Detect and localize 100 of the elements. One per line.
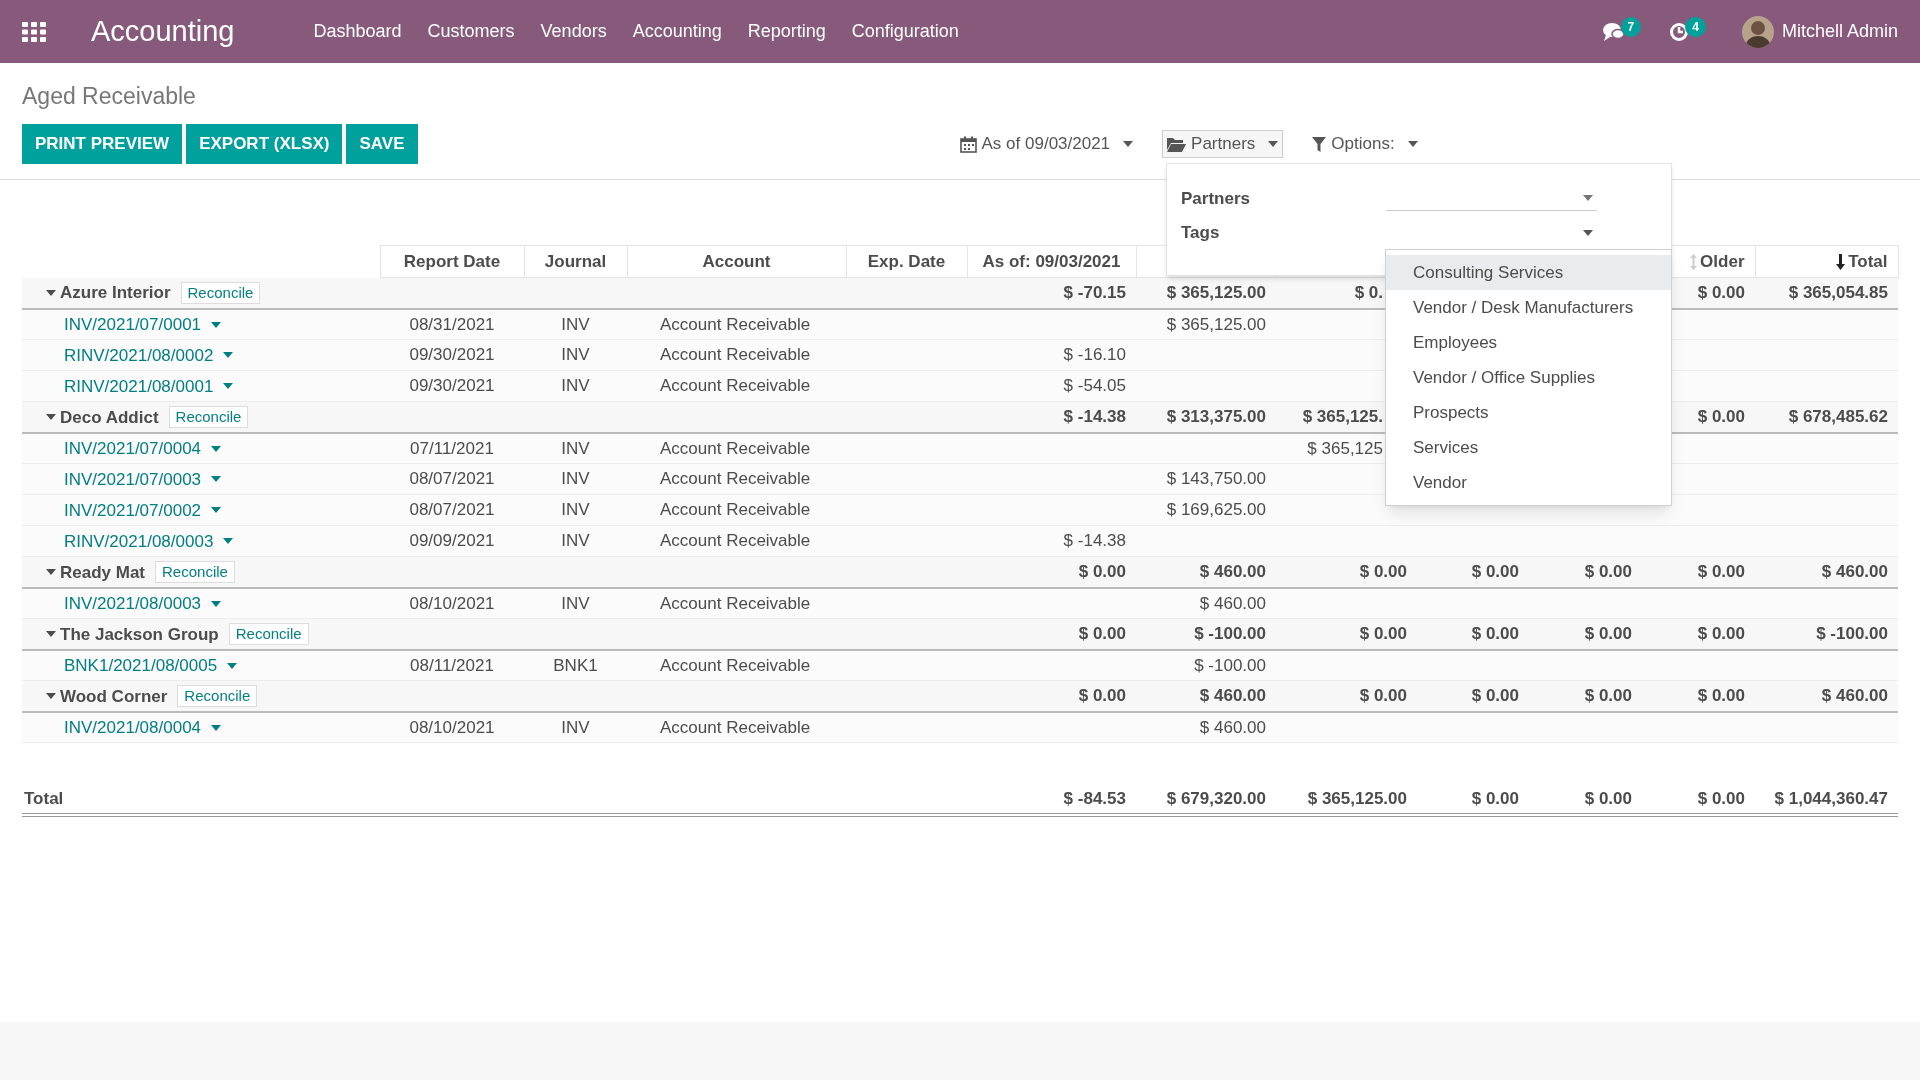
partner-name[interactable]: Azure Interior xyxy=(60,283,171,303)
caret-icon[interactable] xyxy=(211,476,222,483)
reconcile-button[interactable]: Reconcile xyxy=(180,281,261,304)
filter-dropdown[interactable]: Options: xyxy=(1307,130,1423,158)
filter-dropdown[interactable]: As of 09/03/2021 xyxy=(954,130,1139,158)
table-cell: $ 679,320.00 xyxy=(1136,784,1276,815)
table-cell: $ 169,625.00 xyxy=(1136,494,1276,526)
table-cell: $ 0.00 xyxy=(1417,680,1529,712)
table-cell: $ 678,485.62 xyxy=(1755,401,1898,433)
filter-dropdown[interactable]: Partners xyxy=(1162,130,1284,158)
toolbar-button[interactable]: EXPORT (XLSX) xyxy=(186,124,343,164)
table-cell: $ 365,125.00 xyxy=(1276,784,1417,815)
table-cell: $ -100.00 xyxy=(1136,618,1276,650)
menu-item[interactable]: Customers xyxy=(414,18,528,45)
user-name[interactable]: Mitchell Admin xyxy=(1781,18,1898,45)
table-cell: $ 0.00 xyxy=(1276,680,1417,712)
collapse-caret-icon[interactable] xyxy=(46,693,56,700)
caret-icon[interactable] xyxy=(223,352,234,359)
table-cell: Account Receivable xyxy=(627,649,846,681)
caret-icon[interactable] xyxy=(211,445,222,452)
app-title[interactable]: Accounting xyxy=(91,9,235,54)
tag-option[interactable]: Vendor / Office Supplies xyxy=(1386,360,1671,395)
sort-descending-icon[interactable] xyxy=(1836,254,1846,271)
menu-item[interactable]: Accounting xyxy=(619,18,735,45)
table-cell: 08/10/2021 xyxy=(380,711,524,743)
entry-link[interactable]: RINV/2021/08/0002 xyxy=(64,345,214,365)
column-header[interactable]: Account xyxy=(627,245,846,278)
table-cell: $ 365,125.00 xyxy=(1136,308,1276,340)
toolbar-button[interactable]: PRINT PREVIEW xyxy=(22,124,183,164)
entry-link[interactable]: BNK1/2021/08/0005 xyxy=(64,655,218,675)
caret-icon[interactable] xyxy=(227,662,238,669)
reconcile-button[interactable]: Reconcile xyxy=(177,685,258,708)
table-cell: INV xyxy=(524,339,627,371)
toolbar-button[interactable]: SAVE xyxy=(346,124,418,164)
column-header[interactable]: Journal xyxy=(524,245,627,278)
table-cell: 09/30/2021 xyxy=(380,370,524,402)
table-cell: $ 0.00 xyxy=(1642,556,1755,588)
table-cell: Account Receivable xyxy=(627,711,846,743)
table-cell: $ -84.53 xyxy=(967,784,1136,815)
collapse-caret-icon[interactable] xyxy=(46,289,56,296)
table-cell: Account Receivable xyxy=(627,494,846,526)
partner-name[interactable]: Wood Corner xyxy=(60,686,168,706)
field-label: Tags xyxy=(1181,222,1221,244)
partner-name[interactable]: Ready Mat xyxy=(60,562,146,582)
partner-name[interactable]: Deco Addict xyxy=(60,407,159,427)
entry-link[interactable]: INV/2021/07/0004 xyxy=(64,438,202,458)
table-cell: $ -14.38 xyxy=(967,401,1136,433)
reconcile-button[interactable]: Reconcile xyxy=(168,406,249,429)
caret-icon[interactable] xyxy=(1583,195,1593,202)
count-badge: 7 xyxy=(1620,16,1642,37)
table-cell: Account Receivable xyxy=(627,339,846,371)
user-avatar[interactable] xyxy=(1741,15,1774,48)
caret-icon[interactable] xyxy=(1583,229,1593,236)
table-cell: $ 0.00 xyxy=(1417,618,1529,650)
column-header[interactable]: As of: 09/03/2021 xyxy=(967,245,1136,278)
apps-menu-icon[interactable] xyxy=(22,21,46,42)
entry-link[interactable]: INV/2021/08/0004 xyxy=(64,717,202,737)
entry-link[interactable]: RINV/2021/08/0001 xyxy=(64,376,214,396)
entry-link[interactable]: INV/2021/08/0003 xyxy=(64,593,202,613)
table-cell: INV xyxy=(524,463,627,495)
entry-link[interactable]: INV/2021/07/0001 xyxy=(64,314,202,334)
tag-option[interactable]: Employees xyxy=(1386,325,1671,360)
menu-item[interactable]: Dashboard xyxy=(300,18,415,45)
table-cell: $ -14.38 xyxy=(967,525,1136,557)
column-header[interactable]: Exp. Date xyxy=(846,245,967,278)
collapse-caret-icon[interactable] xyxy=(46,414,56,421)
caret-icon[interactable] xyxy=(211,600,222,607)
caret-icon[interactable] xyxy=(211,507,222,514)
menu-item[interactable]: Reporting xyxy=(734,18,839,45)
activity-clock-icon[interactable] xyxy=(1669,21,1690,42)
table-cell: INV xyxy=(524,711,627,743)
tag-option[interactable]: Consulting Services xyxy=(1386,255,1671,290)
entry-link[interactable]: RINV/2021/08/0003 xyxy=(64,531,214,551)
caret-icon[interactable] xyxy=(211,321,222,328)
caret-icon[interactable] xyxy=(211,724,222,731)
collapse-caret-icon[interactable] xyxy=(46,569,56,576)
caret-icon[interactable] xyxy=(1268,141,1279,147)
menu-item[interactable]: Vendors xyxy=(527,18,620,45)
entry-link[interactable]: INV/2021/07/0003 xyxy=(64,469,202,489)
reconcile-button[interactable]: Reconcile xyxy=(155,561,235,584)
table-cell: Account Receivable xyxy=(627,370,846,402)
tag-option[interactable]: Vendor xyxy=(1386,465,1671,500)
caret-icon[interactable] xyxy=(1407,141,1418,147)
table-cell: 07/11/2021 xyxy=(380,432,524,464)
partner-name[interactable]: The Jackson Group xyxy=(60,624,219,644)
caret-icon[interactable] xyxy=(1123,141,1134,147)
table-cell: Account Receivable xyxy=(627,463,846,495)
menu-item[interactable]: Configuration xyxy=(838,18,972,45)
collapse-caret-icon[interactable] xyxy=(46,631,56,638)
column-header[interactable]: Total xyxy=(1848,251,1888,271)
reconcile-button[interactable]: Reconcile xyxy=(228,623,309,646)
table-cell: $ 0.00 xyxy=(1529,680,1642,712)
table-cell: $ 365,054.85 xyxy=(1755,277,1898,309)
entry-link[interactable]: INV/2021/07/0002 xyxy=(64,500,202,520)
column-header[interactable]: Report Date xyxy=(380,245,524,278)
table-cell: $ 0.00 xyxy=(1529,618,1642,650)
caret-icon[interactable] xyxy=(223,538,234,545)
caret-icon[interactable] xyxy=(223,383,234,390)
field-label: Partners xyxy=(1181,188,1251,210)
table-cell: $ 0.00 xyxy=(1417,784,1529,815)
